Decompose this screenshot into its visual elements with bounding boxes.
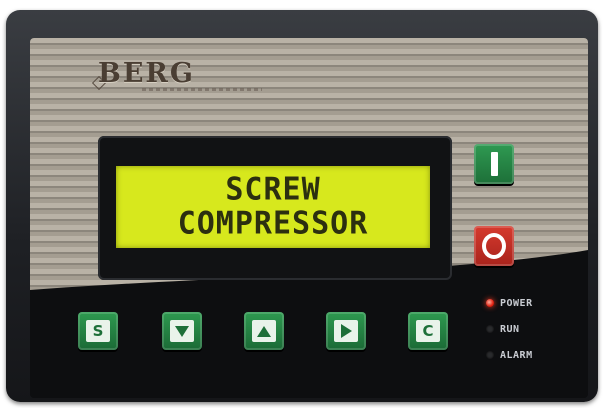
run-led-icon — [486, 325, 494, 333]
alarm-led-icon — [486, 351, 494, 359]
key-up-button[interactable] — [244, 312, 284, 350]
logo-underline — [142, 88, 262, 91]
lcd-line-1: SCREW — [225, 171, 321, 208]
key-c-button[interactable]: C — [408, 312, 448, 350]
power-on-icon — [490, 152, 498, 176]
brand-logo: BERG — [98, 58, 195, 89]
indicator-power: POWER — [486, 294, 533, 312]
key-s-button[interactable]: S — [78, 312, 118, 350]
indicator-alarm-label: ALARM — [500, 349, 533, 361]
arrow-right-icon — [340, 324, 352, 338]
power-off-icon — [482, 233, 506, 259]
lcd-display: SCREW COMPRESSOR — [116, 166, 430, 248]
indicator-run-label: RUN — [500, 323, 520, 335]
controller-faceplate: BERG SCREW COMPRESSOR S C POWER RUN ALAR… — [30, 38, 588, 398]
stop-button[interactable] — [474, 226, 514, 266]
key-c-label: C — [416, 320, 440, 342]
key-down-button[interactable] — [162, 312, 202, 350]
lcd-line-2: COMPRESSOR — [177, 205, 369, 242]
indicator-alarm: ALARM — [486, 346, 533, 364]
lcd-frame: SCREW COMPRESSOR — [98, 136, 452, 280]
indicator-run: RUN — [486, 320, 520, 338]
key-right-button[interactable] — [326, 312, 366, 350]
arrow-up-icon — [257, 325, 271, 337]
indicator-power-label: POWER — [500, 297, 533, 309]
start-button[interactable] — [474, 144, 514, 184]
controller-bezel: BERG SCREW COMPRESSOR S C POWER RUN ALAR… — [6, 10, 598, 402]
power-led-icon — [486, 299, 494, 307]
arrow-down-icon — [175, 325, 189, 337]
key-s-label: S — [86, 320, 110, 342]
